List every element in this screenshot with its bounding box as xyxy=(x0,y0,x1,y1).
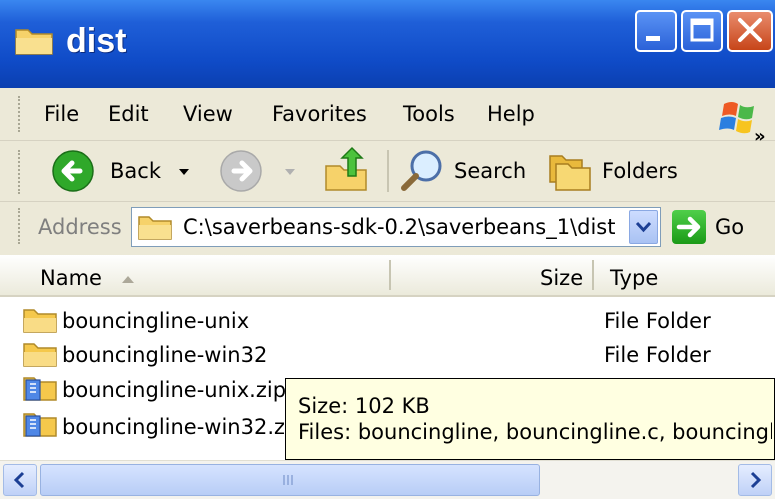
tooltip-size: Size: 102 KB xyxy=(298,394,430,418)
back-arrow-icon xyxy=(52,150,94,192)
address-value[interactable]: C:\saverbeans-sdk-0.2\saverbeans_1\dist xyxy=(183,215,615,239)
file-name: bouncingline-win32 xyxy=(62,343,268,367)
zip-folder-icon xyxy=(23,377,57,401)
go-arrow-icon xyxy=(676,216,701,238)
search-button[interactable]: Search xyxy=(398,146,533,194)
minimize-icon xyxy=(646,36,660,41)
toolbar-overflow-chevron[interactable]: » xyxy=(754,126,766,147)
up-folder-icon[interactable] xyxy=(322,146,372,194)
file-type: File Folder xyxy=(604,309,711,333)
address-dropdown-button[interactable] xyxy=(629,210,658,244)
close-icon xyxy=(738,18,762,42)
toolbar-separator xyxy=(387,150,389,192)
table-row[interactable]: bouncingline-win32.zip xyxy=(22,410,284,440)
chevron-left-icon xyxy=(13,471,25,489)
table-row[interactable]: bouncingline-win32 xyxy=(22,340,394,368)
file-name: bouncingline-unix xyxy=(62,309,250,333)
folders-label: Folders xyxy=(602,159,678,183)
minimize-button[interactable] xyxy=(635,10,677,52)
menu-edit[interactable]: Edit xyxy=(108,102,149,126)
file-name: bouncingline-unix.zip xyxy=(62,378,287,402)
menu-grip[interactable] xyxy=(18,96,24,132)
column-separator[interactable] xyxy=(592,260,594,290)
address-folder-icon xyxy=(138,216,172,240)
file-name: bouncingline-win32.zip xyxy=(62,415,284,439)
menu-tools[interactable]: Tools xyxy=(403,102,455,126)
folder-icon xyxy=(15,29,53,55)
forward-button[interactable] xyxy=(218,148,298,194)
column-separator[interactable] xyxy=(389,260,391,290)
table-row[interactable]: bouncingline-unix.zip xyxy=(22,374,287,404)
column-header-type[interactable]: Type xyxy=(610,266,658,290)
folder-icon xyxy=(23,343,57,367)
chevron-down-icon xyxy=(635,221,652,233)
search-label: Search xyxy=(454,159,527,183)
go-button[interactable] xyxy=(672,210,706,244)
file-type: File Folder xyxy=(604,343,711,367)
scroll-thumb[interactable] xyxy=(40,464,540,496)
grip-lines-icon xyxy=(283,475,293,485)
menu-help[interactable]: Help xyxy=(487,102,535,126)
zip-folder-icon xyxy=(23,413,57,437)
back-label: Back xyxy=(110,159,161,183)
go-label[interactable]: Go xyxy=(715,215,744,239)
explorer-window: dist File Edit View Favorites Tools Help… xyxy=(0,0,775,499)
close-button[interactable] xyxy=(727,10,773,52)
search-icon xyxy=(401,150,442,191)
address-label: Address xyxy=(38,215,122,239)
menu-file[interactable]: File xyxy=(44,102,79,126)
menu-favorites[interactable]: Favorites xyxy=(272,102,367,126)
table-row[interactable]: bouncingline-unix xyxy=(22,306,394,334)
folders-icon xyxy=(549,155,591,191)
forward-dropdown-icon xyxy=(285,169,295,175)
address-grip[interactable] xyxy=(18,208,24,244)
menu-view[interactable]: View xyxy=(183,102,233,126)
back-button[interactable]: Back xyxy=(50,148,200,194)
folders-button[interactable]: Folders xyxy=(546,146,686,194)
scroll-left-button[interactable] xyxy=(3,464,37,496)
list-blank-area xyxy=(395,305,775,375)
column-header-size[interactable]: Size xyxy=(540,266,583,290)
sort-ascending-icon xyxy=(122,276,134,283)
toolbar-grip[interactable] xyxy=(18,150,24,194)
column-header-row xyxy=(0,255,775,297)
scroll-right-button[interactable] xyxy=(738,464,772,496)
maximize-icon xyxy=(690,18,714,42)
forward-arrow-icon xyxy=(220,150,262,192)
chevron-right-icon xyxy=(750,471,762,489)
file-info-tooltip xyxy=(285,378,775,460)
back-dropdown-icon xyxy=(179,169,189,175)
column-header-name[interactable]: Name xyxy=(40,266,102,290)
window-title: dist xyxy=(66,22,127,60)
tooltip-files: Files: bouncingline, bouncingline.c, bou… xyxy=(298,420,772,444)
folder-icon xyxy=(23,309,57,333)
maximize-button[interactable] xyxy=(681,10,723,52)
